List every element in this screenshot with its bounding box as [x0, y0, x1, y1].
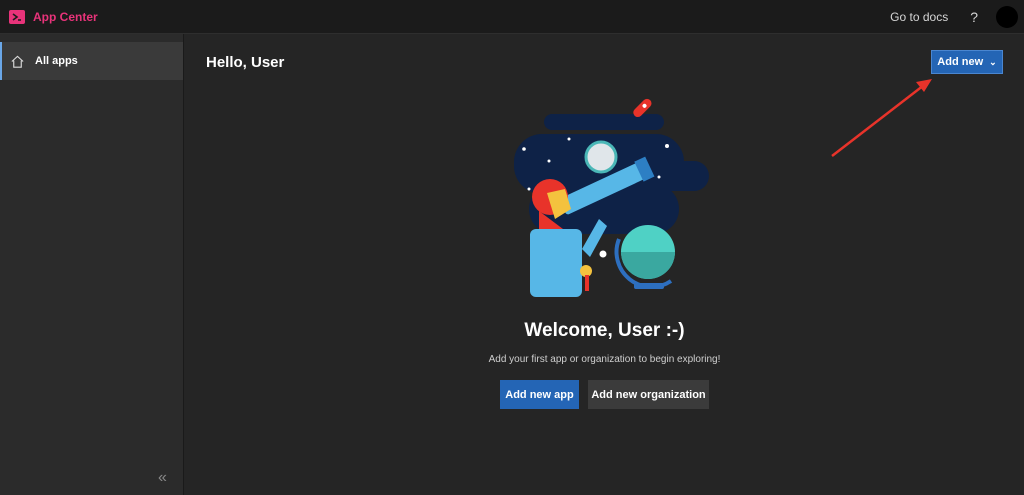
pencil-icon [585, 275, 589, 291]
star-icon [657, 175, 661, 179]
add-new-label: Add new [937, 56, 984, 68]
welcome-subtitle: Add your first app or organization to be… [488, 354, 721, 365]
globe-shade [621, 252, 675, 279]
welcome-title: Welcome, User :-) [524, 320, 685, 341]
sidebar: All apps « [0, 34, 184, 495]
star-icon [567, 137, 571, 141]
star-icon [599, 250, 607, 258]
help-icon[interactable]: ? [970, 9, 978, 25]
globe-base [634, 283, 664, 289]
avatar[interactable] [996, 5, 1018, 28]
action-buttons: Add new app Add new organization [500, 380, 709, 409]
collapse-sidebar-icon[interactable]: « [158, 469, 167, 487]
sidebar-item-label: All apps [35, 55, 78, 67]
sky-shape [544, 114, 664, 130]
annotation-arrow-icon [831, 79, 932, 157]
chevron-down-icon: ⌄ [989, 56, 997, 67]
star-icon [665, 144, 669, 148]
person-body [530, 229, 582, 297]
brand[interactable]: App Center [8, 8, 98, 26]
sidebar-item-all-apps[interactable]: All apps [0, 42, 183, 80]
add-new-organization-button[interactable]: Add new organization [588, 380, 709, 409]
star-icon [522, 147, 526, 151]
brand-name: App Center [33, 9, 98, 24]
top-bar: App Center Go to docs ? [0, 0, 1024, 34]
home-icon [11, 55, 24, 68]
add-new-app-button[interactable]: Add new app [500, 380, 579, 409]
app-center-logo-icon [9, 9, 25, 24]
moon-icon [584, 140, 618, 174]
page-title: Hello, User [206, 54, 285, 71]
star-icon [547, 159, 551, 163]
go-to-docs-link[interactable]: Go to docs [890, 10, 948, 24]
welcome-illustration [514, 98, 709, 297]
star-icon [527, 187, 531, 191]
